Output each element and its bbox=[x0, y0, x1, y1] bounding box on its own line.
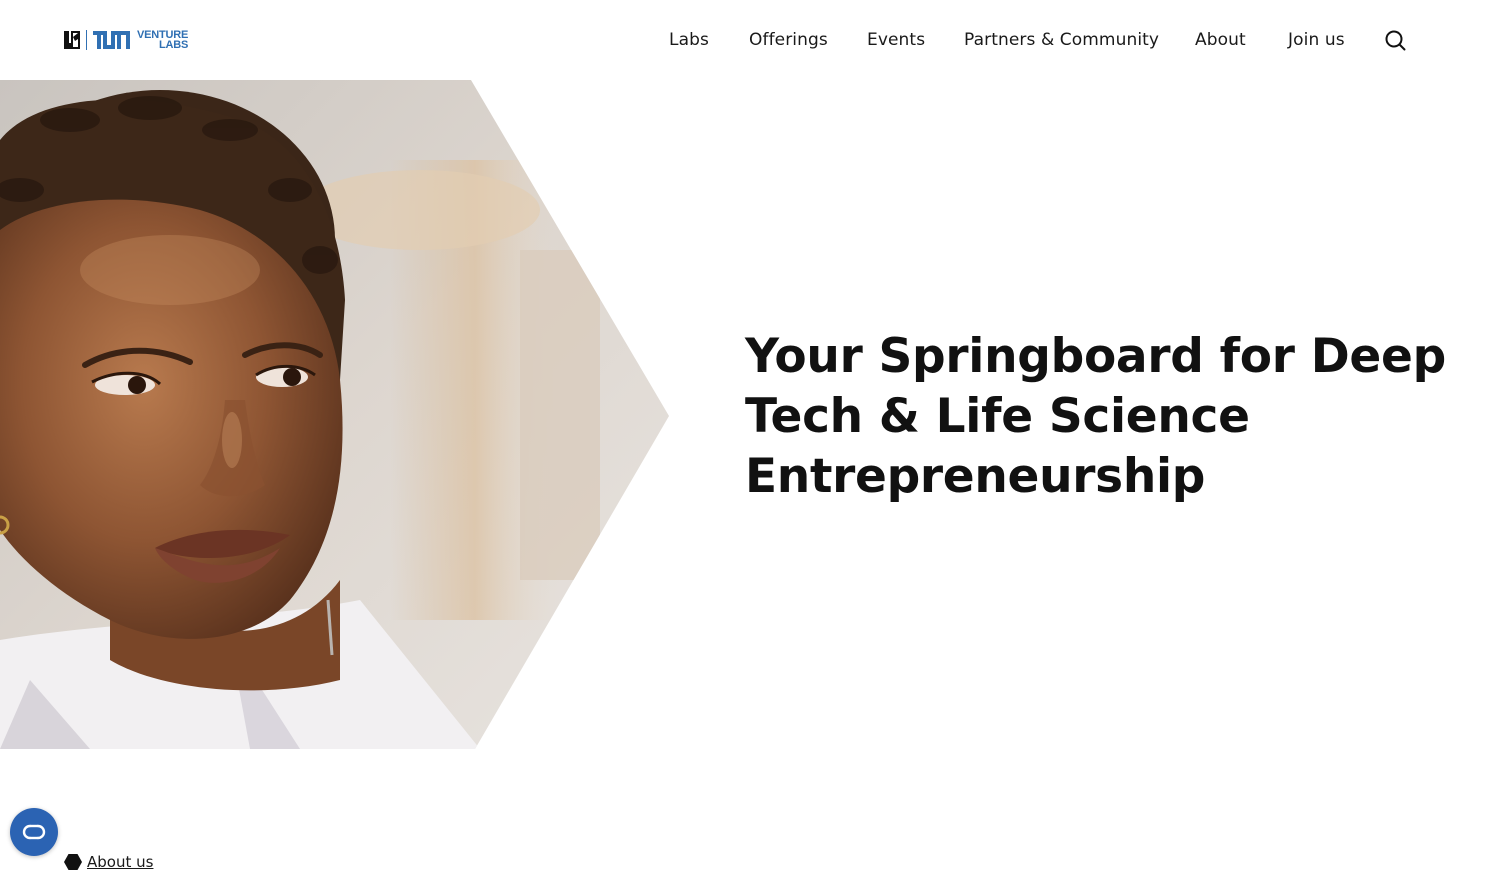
hero-title: Your Springboard for Deep Tech & Life Sc… bbox=[745, 329, 1446, 504]
search-icon[interactable] bbox=[1384, 29, 1406, 51]
logo-divider bbox=[86, 30, 87, 50]
accessibility-button[interactable] bbox=[10, 808, 58, 856]
site-logo[interactable]: VENTURE LABS bbox=[64, 28, 188, 52]
logo-wordmark: VENTURE LABS bbox=[137, 30, 189, 51]
nav-item-about[interactable]: About bbox=[1195, 28, 1246, 52]
about-us-label: About us bbox=[87, 853, 154, 871]
nav-item-events[interactable]: Events bbox=[867, 28, 925, 52]
accessibility-toggle-icon bbox=[22, 824, 46, 840]
hexagon-icon bbox=[64, 854, 82, 870]
university-logo-icon bbox=[64, 31, 80, 49]
site-header: VENTURE LABS Labs Offerings Events Partn… bbox=[0, 0, 1500, 80]
nav-item-partners-community[interactable]: Partners & Community bbox=[964, 28, 1159, 52]
about-us-link[interactable]: About us bbox=[64, 853, 153, 871]
nav-item-offerings[interactable]: Offerings bbox=[749, 28, 828, 52]
nav-item-labs[interactable]: Labs bbox=[669, 28, 709, 52]
nav-item-join-us[interactable]: Join us bbox=[1288, 28, 1345, 52]
logo-line-labs: LABS bbox=[159, 39, 189, 51]
tum-logo-icon bbox=[93, 31, 130, 49]
hero-portrait-image bbox=[0, 80, 669, 749]
